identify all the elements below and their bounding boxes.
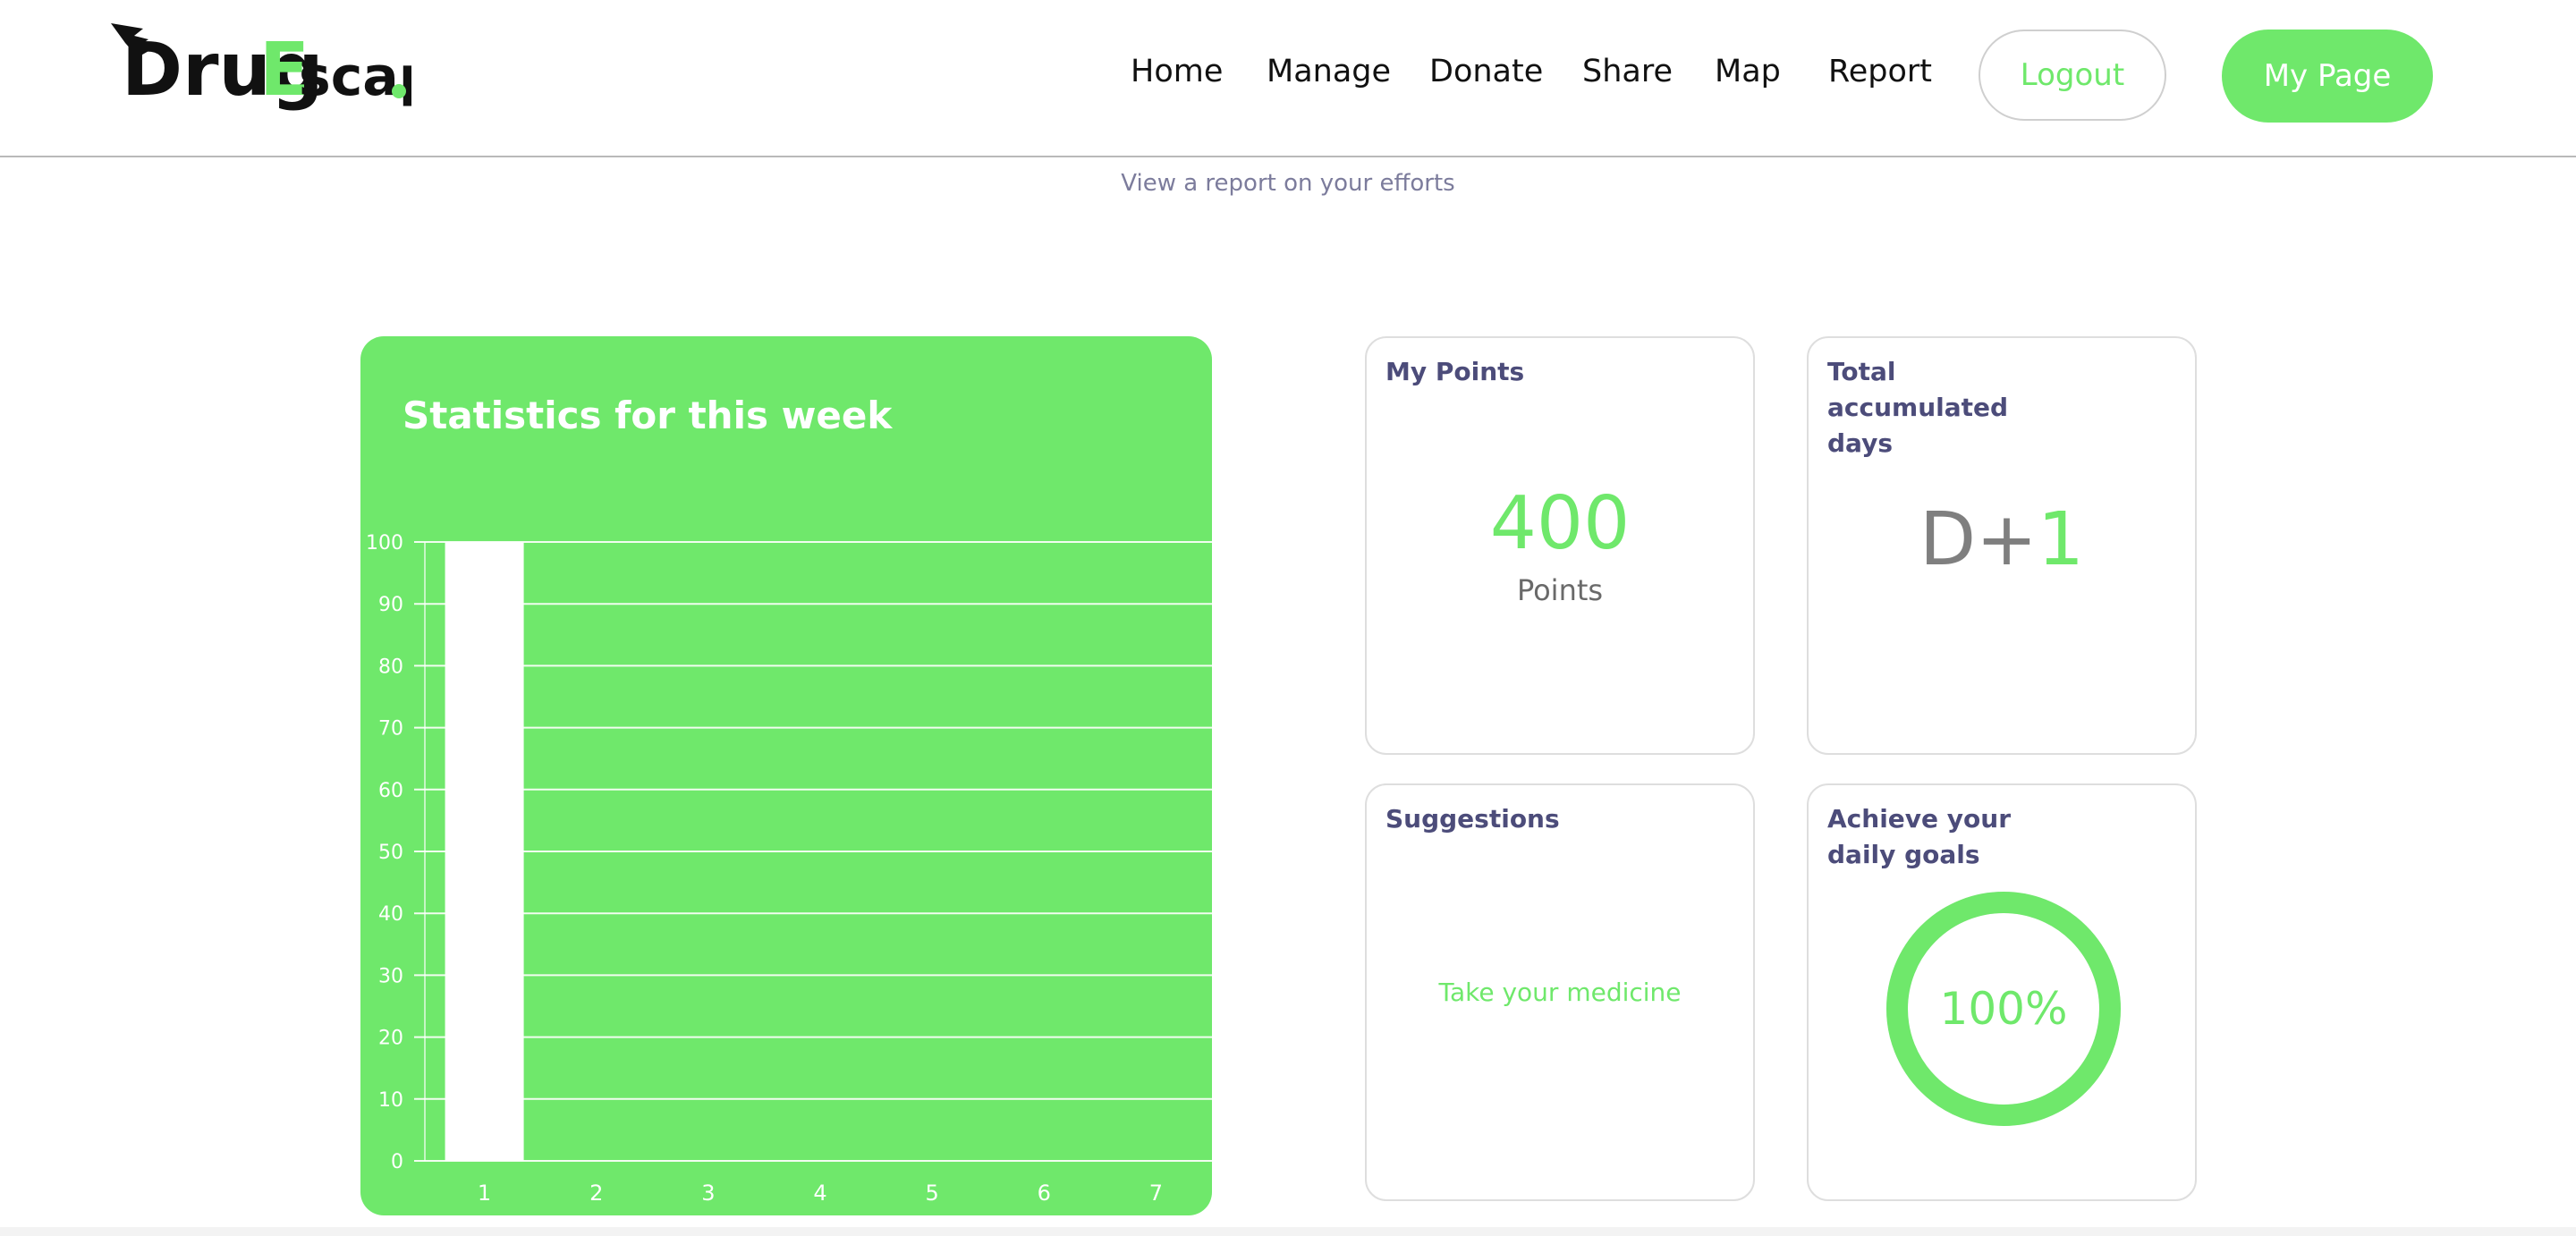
my-points-card: My Points 400 Points — [1365, 336, 1755, 755]
nav-manage[interactable]: Manage — [1267, 54, 1391, 89]
logo-image: Drug E scape — [111, 23, 473, 113]
x-tick-label: 3 — [701, 1181, 715, 1206]
y-tick-label: 90 — [378, 594, 403, 616]
x-tick-label: 5 — [926, 1181, 939, 1206]
y-tick-label: 0 — [391, 1151, 403, 1173]
dday-number: 1 — [2037, 497, 2085, 582]
page-subtitle: View a report on your efforts — [1121, 170, 1455, 197]
weekly-bar-chart: 0 10 20 30 40 50 60 70 80 90 100 1 2 3 4 5 6 7 — [366, 532, 1212, 1206]
y-tick-label: 70 — [378, 718, 403, 741]
suggestions-card: Suggestions Take your medicine — [1365, 783, 1755, 1201]
nav-home[interactable]: Home — [1131, 54, 1223, 89]
y-tick-label: 20 — [378, 1028, 403, 1050]
logo-text-scape: scape — [299, 46, 411, 108]
nav-donate[interactable]: Donate — [1429, 54, 1543, 89]
y-tick-label: 10 — [378, 1089, 403, 1112]
goal-progress-value: 100% — [1939, 983, 2068, 1035]
y-tick-label: 100 — [366, 532, 403, 555]
y-tick-label: 30 — [378, 965, 403, 987]
x-tick-label: 6 — [1038, 1181, 1051, 1206]
dday-value: D+1 — [1809, 497, 2195, 582]
bottom-strip — [0, 1227, 2576, 1236]
x-tick-label: 2 — [589, 1181, 603, 1206]
drugescape-logo[interactable]: Drug E scape — [107, 16, 473, 123]
accumulated-days-card: Total accumulated days D+1 — [1807, 336, 2197, 755]
suggestion-text: Take your medicine — [1438, 978, 1682, 1007]
y-tick-label: 50 — [378, 842, 403, 864]
card-title-goals: Achieve your daily goals — [1827, 804, 2012, 869]
card-title-days: Total accumulated days — [1827, 357, 2009, 458]
x-tick-label: 7 — [1149, 1181, 1163, 1206]
y-tick-label: 40 — [378, 903, 403, 926]
header: Drug E scape Home Manage Donate Share Ma… — [0, 0, 2576, 157]
nav-share[interactable]: Share — [1582, 54, 1673, 89]
nav-map[interactable]: Map — [1715, 54, 1781, 89]
y-tick-label: 80 — [378, 656, 403, 678]
daily-goals-card: Achieve your daily goals 100% — [1807, 783, 2197, 1201]
y-tick-label: 60 — [378, 780, 403, 802]
points-unit: Points — [1516, 573, 1604, 607]
bar-day-1 — [445, 542, 524, 1161]
weekly-statistics-card: Statistics for this week 0 10 20 30 40 50 60 70… — [360, 336, 1212, 1215]
dday-prefix: D+ — [1919, 497, 2038, 582]
card-title-suggestions: Suggestions — [1385, 804, 1560, 834]
x-tick-label: 1 — [478, 1181, 491, 1206]
logout-button[interactable]: Logout — [1979, 30, 2166, 121]
card-title-points: My Points — [1385, 357, 1525, 386]
points-value: 400 — [1489, 481, 1631, 566]
nav-report[interactable]: Report — [1828, 54, 1932, 89]
my-page-button[interactable]: My Page — [2222, 30, 2433, 123]
x-tick-label: 4 — [813, 1181, 826, 1206]
